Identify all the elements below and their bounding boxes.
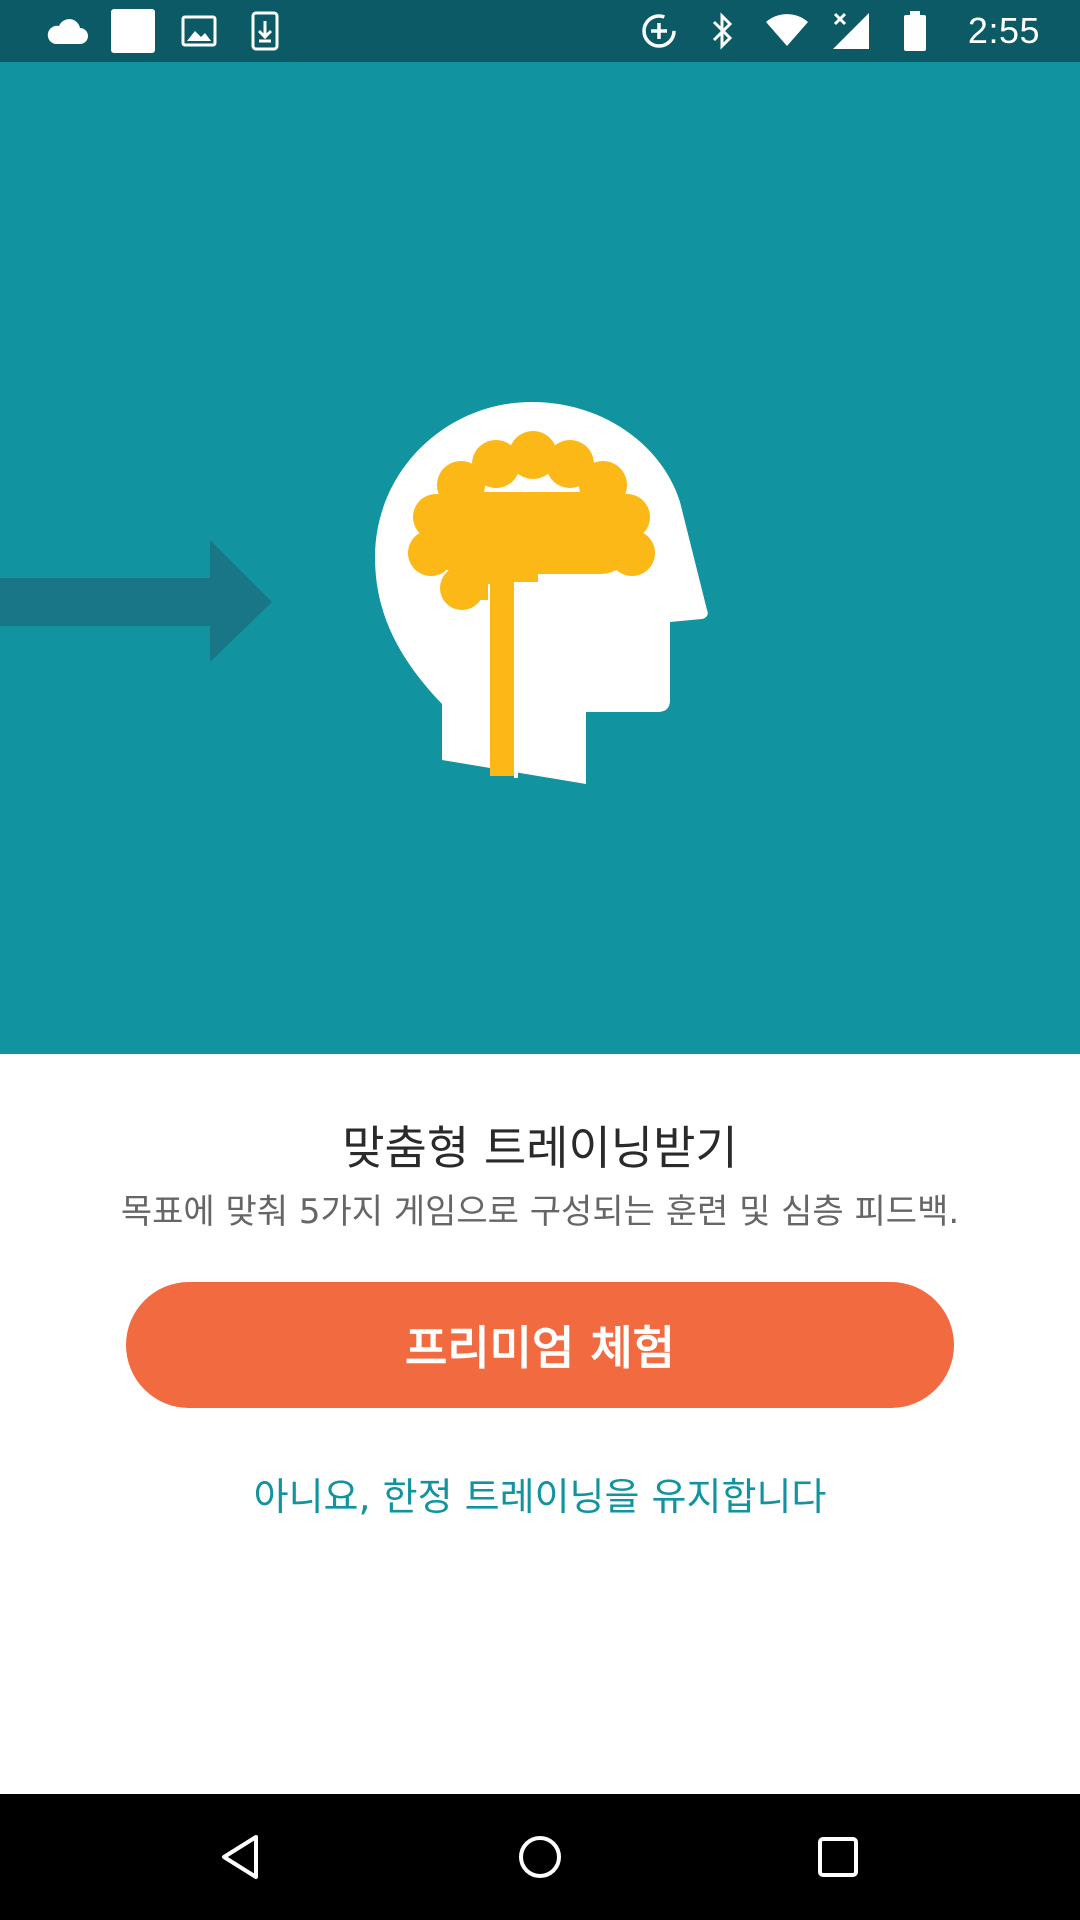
back-button[interactable]	[200, 1817, 280, 1897]
recents-button[interactable]	[798, 1817, 878, 1897]
navigation-bar	[0, 1794, 1080, 1920]
decline-link[interactable]: 아니요, 한정 트레이닝을 유지합니다	[0, 1466, 1080, 1521]
image-icon	[176, 8, 222, 54]
screen: 2:55 맞춤형 트레이닝받기 목표에 맞춰 5가지 게임으로 구성되는 훈련 …	[0, 0, 1080, 1920]
blank-notification-icon	[110, 8, 156, 54]
cell-signal-icon	[828, 8, 874, 54]
promo-description: 목표에 맞춰 5가지 게임으로 구성되는 훈련 및 심층 피드백.	[120, 1192, 960, 1232]
promo-title: 맞춤형 트레이닝받기	[342, 1121, 738, 1175]
bluetooth-icon	[700, 8, 746, 54]
download-icon	[242, 8, 288, 54]
status-bar: 2:55	[0, 0, 1080, 62]
clock: 2:55	[967, 10, 1040, 51]
premium-trial-button[interactable]: 프리미엄 체험	[126, 1282, 954, 1408]
head-brain-icon	[375, 402, 708, 784]
cloud-icon	[44, 8, 90, 54]
back-icon	[222, 1835, 258, 1879]
home-icon	[519, 1836, 561, 1878]
promo-content: 맞춤형 트레이닝받기 목표에 맞춰 5가지 게임으로 구성되는 훈련 및 심층 …	[0, 1054, 1080, 1794]
hero-banner	[0, 62, 1080, 1054]
recents-icon	[818, 1837, 858, 1877]
arrow-right-icon	[0, 540, 272, 662]
status-left-icons	[44, 0, 288, 62]
home-button[interactable]	[500, 1817, 580, 1897]
status-right-icons: 2:55	[636, 0, 1040, 62]
battery-icon	[892, 8, 938, 54]
wifi-icon	[764, 8, 810, 54]
data-saver-icon	[636, 8, 682, 54]
